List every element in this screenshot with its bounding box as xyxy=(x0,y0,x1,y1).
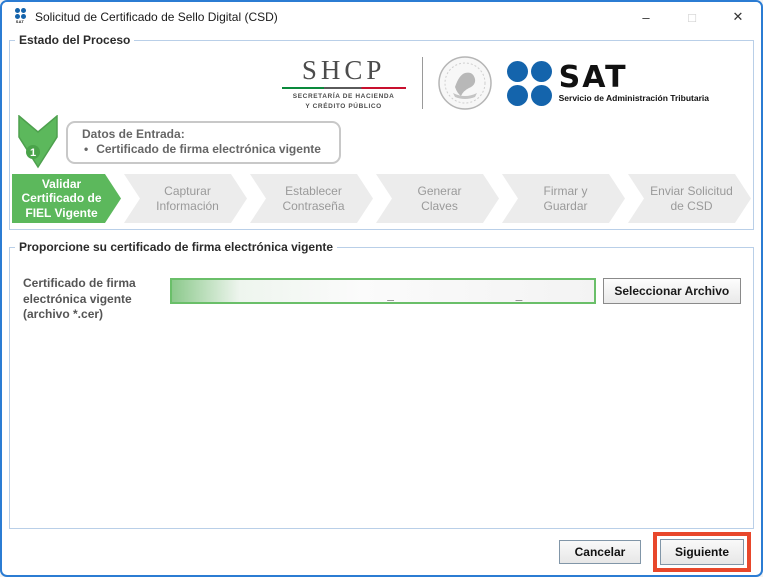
bullet-icon: • xyxy=(84,142,88,156)
certificate-field-label: Certificado de firma electrónica vigente… xyxy=(23,276,170,323)
institution-logos: SHCP SECRETARÍA DE HACIENDA Y CRÉDITO PÚ… xyxy=(280,55,709,112)
step-validar-certificado: Validar Certificado de FIEL Vigente xyxy=(12,174,121,223)
logo-divider xyxy=(422,57,423,109)
shcp-logo: SHCP SECRETARÍA DE HACIENDA Y CRÉDITO PÚ… xyxy=(280,55,408,112)
step-1-badge-icon: 1 xyxy=(18,115,58,169)
input-data-title: Datos de Entrada: xyxy=(82,127,325,141)
form-groupbox-title: Proporcione su certificado de firma elec… xyxy=(15,240,337,254)
mexican-coat-of-arms-seal-icon xyxy=(437,55,493,111)
maximize-icon: □ xyxy=(669,2,715,32)
shcp-subtitle-1: SECRETARÍA DE HACIENDA xyxy=(280,92,408,102)
certificate-file-field[interactable]: _ _ xyxy=(170,278,595,304)
step-establecer-contrasena: Establecer Contraseña xyxy=(250,174,373,223)
footer-button-bar: Cancelar Siguiente xyxy=(2,529,761,575)
redacted-filename-mark: _ xyxy=(387,288,394,302)
step-generar-claves: Generar Claves xyxy=(376,174,499,223)
app-window: SAT Solicitud de Certificado de Sello Di… xyxy=(0,0,763,577)
input-data-item: • Certificado de firma electrónica vigent… xyxy=(82,142,325,156)
sat-acronym: SAT xyxy=(559,64,709,91)
certificate-form-row: Certificado de firma electrónica vigente… xyxy=(23,276,741,323)
process-status-groupbox: Estado del Proceso SHCP SECRETARÍA DE HA… xyxy=(9,40,754,230)
process-steps-bar: Validar Certificado de FIEL Vigente Capt… xyxy=(12,174,751,223)
process-groupbox-title: Estado del Proceso xyxy=(15,33,134,47)
next-button-highlight: Siguiente xyxy=(653,532,751,572)
window-title: Solicitud de Certificado de Sello Digita… xyxy=(35,10,278,24)
shcp-acronym: SHCP xyxy=(280,55,408,86)
step-firmar-guardar: Firmar y Guardar xyxy=(502,174,625,223)
step-badge-number: 1 xyxy=(30,147,36,159)
shcp-flag-line xyxy=(282,87,406,89)
redacted-filename-mark: _ xyxy=(516,288,523,302)
next-button[interactable]: Siguiente xyxy=(660,539,744,565)
minimize-icon[interactable]: – xyxy=(623,2,669,32)
sat-logo: SAT Servicio de Administración Tributari… xyxy=(507,61,709,106)
current-step-info: 1 Datos de Entrada: • Certificado de firm… xyxy=(18,115,341,169)
shcp-subtitle-2: Y CRÉDITO PÚBLICO xyxy=(280,102,408,112)
select-file-button[interactable]: Seleccionar Archivo xyxy=(603,278,741,304)
titlebar: SAT Solicitud de Certificado de Sello Di… xyxy=(2,2,761,32)
certificate-form-groupbox: Proporcione su certificado de firma elec… xyxy=(9,247,754,529)
step-enviar-solicitud: Enviar Solicitud de CSD xyxy=(628,174,751,223)
sat-app-icon: SAT xyxy=(12,8,28,26)
input-data-item-text: Certificado de firma electrónica vigente xyxy=(96,142,321,156)
sat-dots-icon xyxy=(15,8,26,19)
close-icon[interactable]: ✕ xyxy=(715,2,761,32)
cancel-button[interactable]: Cancelar xyxy=(559,540,641,564)
sat-icon-label: SAT xyxy=(16,19,25,24)
input-data-box: Datos de Entrada: • Certificado de firma … xyxy=(66,121,341,164)
step-capturar-informacion: Capturar Información xyxy=(124,174,247,223)
sat-tagline: Servicio de Administración Tributaria xyxy=(559,93,709,103)
window-controls: – □ ✕ xyxy=(623,2,761,32)
sat-dots-logo-icon xyxy=(507,61,552,106)
